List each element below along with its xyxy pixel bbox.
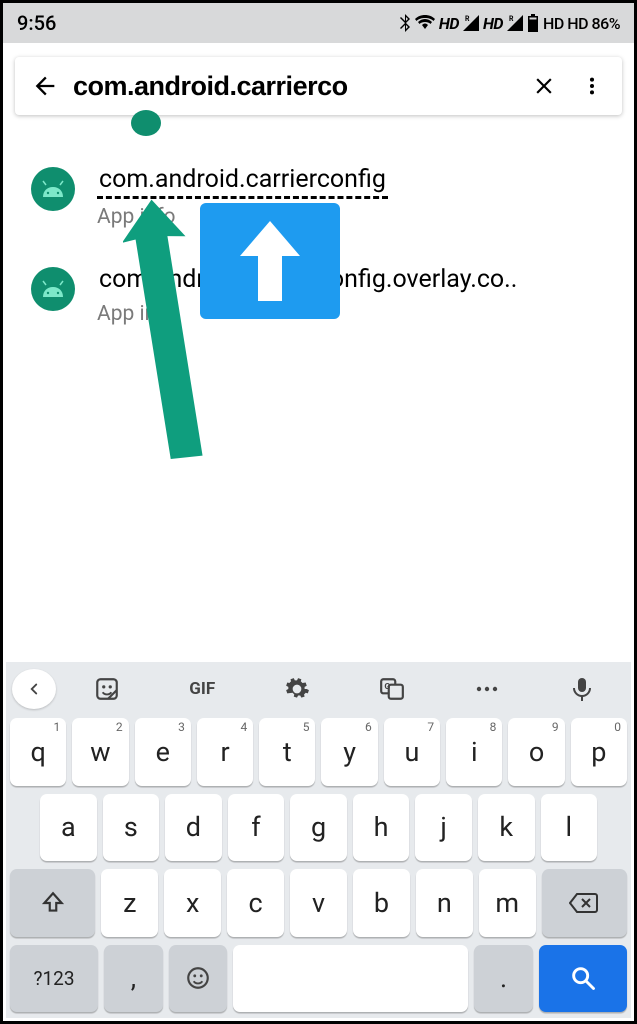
- key-b[interactable]: b: [353, 869, 410, 937]
- android-app-icon: [31, 267, 75, 311]
- keyboard: GIF G q1w2e3r4t5y6u7i8o9p0 asdfghjkl zxc…: [6, 662, 631, 1018]
- clear-button[interactable]: [524, 66, 564, 106]
- svg-text:R: R: [509, 15, 514, 23]
- comma-key[interactable]: ,: [104, 945, 163, 1013]
- key-i[interactable]: i8: [446, 718, 502, 786]
- emoji-icon: [185, 965, 211, 991]
- back-button[interactable]: [25, 66, 65, 106]
- key-e[interactable]: e3: [135, 718, 191, 786]
- backspace-key[interactable]: [542, 869, 627, 937]
- emoji-key[interactable]: [169, 945, 228, 1013]
- svg-text:R: R: [465, 15, 470, 23]
- space-key[interactable]: [233, 945, 468, 1013]
- sticker-icon: [94, 676, 120, 702]
- android-app-icon: [31, 167, 75, 211]
- key-f[interactable]: f: [228, 794, 285, 862]
- result-subtitle: App info: [97, 302, 620, 326]
- period-key[interactable]: .: [474, 945, 533, 1013]
- key-d[interactable]: d: [165, 794, 222, 862]
- arrow-left-icon: [31, 72, 59, 100]
- key-m[interactable]: m: [479, 869, 536, 937]
- key-n[interactable]: n: [416, 869, 473, 937]
- svg-text:G: G: [384, 682, 390, 692]
- key-v[interactable]: v: [290, 869, 347, 937]
- gif-label: GIF: [189, 679, 215, 699]
- key-a[interactable]: a: [40, 794, 97, 862]
- signal-icon: R: [463, 15, 479, 31]
- keyboard-collapse-button[interactable]: [12, 669, 56, 709]
- more-options-button[interactable]: [443, 669, 530, 709]
- key-o[interactable]: o9: [508, 718, 564, 786]
- more-vert-icon: [581, 75, 603, 97]
- more-button[interactable]: [572, 66, 612, 106]
- keyboard-toolbar: GIF G: [6, 662, 631, 716]
- gear-icon: [284, 676, 310, 702]
- mic-icon: [571, 676, 593, 702]
- keyboard-row-4: ?123 , .: [10, 945, 627, 1013]
- search-input[interactable]: [73, 71, 516, 102]
- key-t[interactable]: t5: [259, 718, 315, 786]
- status-icons: HD R HD R HD HD 86%: [399, 14, 620, 33]
- numbers-key[interactable]: ?123: [10, 945, 98, 1013]
- keyboard-row-3: zxcvbnm: [10, 869, 627, 937]
- key-j[interactable]: j: [415, 794, 472, 862]
- keyboard-row-1: q1w2e3r4t5y6u7i8o9p0: [10, 718, 627, 786]
- keyboard-settings-button[interactable]: [254, 669, 341, 709]
- key-s[interactable]: s: [103, 794, 160, 862]
- key-u[interactable]: u7: [384, 718, 440, 786]
- key-k[interactable]: k: [478, 794, 535, 862]
- dots-icon: [474, 684, 500, 694]
- shift-key[interactable]: [10, 869, 95, 937]
- key-g[interactable]: g: [290, 794, 347, 862]
- key-h[interactable]: h: [353, 794, 410, 862]
- key-p[interactable]: p0: [571, 718, 627, 786]
- key-x[interactable]: x: [164, 869, 221, 937]
- status-time: 9:56: [17, 11, 56, 35]
- signal-icon-2: R: [507, 15, 523, 31]
- close-icon: [531, 73, 557, 99]
- key-z[interactable]: z: [101, 869, 158, 937]
- status-bar: 9:56 HD R HD R HD HD 86%: [3, 3, 634, 43]
- key-c[interactable]: c: [227, 869, 284, 937]
- key-r[interactable]: r4: [197, 718, 253, 786]
- gif-button[interactable]: GIF: [159, 669, 246, 709]
- search-bar: [15, 57, 622, 115]
- key-l[interactable]: l: [541, 794, 598, 862]
- key-w[interactable]: w2: [72, 718, 128, 786]
- comma-key-label: ,: [131, 962, 136, 994]
- key-y[interactable]: y6: [321, 718, 377, 786]
- shift-icon: [40, 890, 66, 916]
- keyboard-keys: q1w2e3r4t5y6u7i8o9p0 asdfghjkl zxcvbnm ?…: [6, 716, 631, 1018]
- mic-button[interactable]: [538, 669, 625, 709]
- search-icon: [569, 964, 597, 992]
- result-subtitle: App info: [97, 205, 620, 229]
- battery-percent: HD HD 86%: [543, 14, 620, 33]
- numbers-key-label: ?123: [34, 967, 75, 990]
- bluetooth-icon: [399, 14, 411, 32]
- translate-icon: G: [379, 676, 405, 702]
- chevron-left-icon: [25, 680, 43, 698]
- translate-button[interactable]: G: [348, 669, 435, 709]
- search-key[interactable]: [539, 945, 627, 1013]
- wifi-icon: [415, 15, 435, 31]
- annotation-blue-arrow-box: [200, 203, 340, 319]
- backspace-icon: [569, 892, 599, 914]
- keyboard-row-2: asdfghjkl: [10, 794, 627, 862]
- result-title: com.android.carrierconfig: [97, 165, 388, 199]
- sticker-button[interactable]: [64, 669, 151, 709]
- battery-icon: [527, 14, 539, 32]
- arrow-up-icon: [230, 211, 310, 311]
- period-key-label: .: [500, 962, 507, 994]
- key-q[interactable]: q1: [10, 718, 66, 786]
